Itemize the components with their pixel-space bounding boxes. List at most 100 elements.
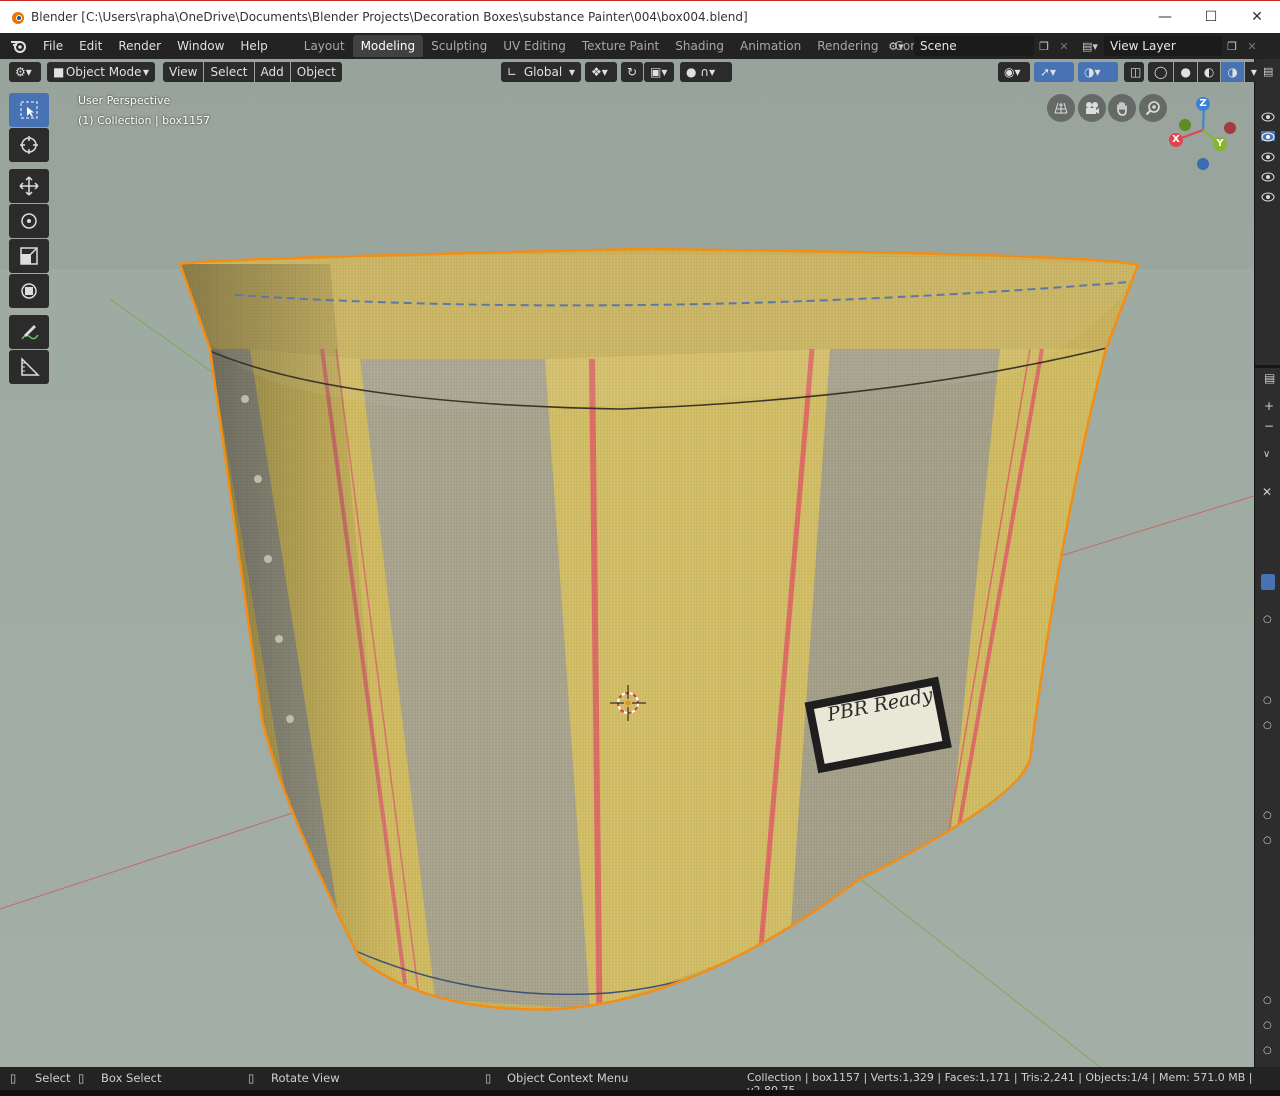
- mouse-middle-icon: ▯: [78, 1071, 85, 1085]
- tab-animation[interactable]: Animation: [732, 35, 809, 57]
- transform-orientation-dropdown[interactable]: ∟ Global ▾: [501, 62, 581, 82]
- tab-shading[interactable]: Shading: [667, 35, 732, 57]
- wireframe-shading-icon[interactable]: ◯: [1148, 62, 1174, 82]
- window-title: Blender [C:\Users\rapha\OneDrive\Documen…: [31, 9, 748, 24]
- mouse-scroll-icon: ▯: [248, 1071, 255, 1085]
- menu-edit[interactable]: Edit: [71, 35, 110, 57]
- 3d-viewport[interactable]: [0, 59, 1254, 1067]
- collection-label: (1) Collection | box1157: [78, 114, 211, 127]
- status-select: Select: [35, 1071, 71, 1085]
- gizmo-y-icon[interactable]: Y: [1213, 137, 1227, 151]
- tab-rendering[interactable]: Rendering: [809, 35, 886, 57]
- blender-logo-icon[interactable]: [9, 38, 29, 54]
- dot-icon[interactable]: ○: [1263, 995, 1272, 1006]
- close-icon[interactable]: ✕: [1234, 0, 1280, 33]
- scene-copy-icon[interactable]: ❐: [1034, 36, 1054, 56]
- menu-add[interactable]: Add: [254, 62, 290, 82]
- tool-shelf: [9, 93, 49, 385]
- proportional-edit-icon[interactable]: ● ∩▾: [680, 62, 732, 82]
- chevron-down-icon[interactable]: ∨: [1263, 449, 1270, 460]
- properties-tab-icon[interactable]: [1261, 574, 1275, 590]
- scale-tool-icon[interactable]: [9, 239, 49, 273]
- overlays-toggle-icon[interactable]: ◑▾: [1078, 62, 1118, 82]
- blender-topbar: File Edit Render Window Help Layout Mode…: [0, 33, 1280, 59]
- area-divider[interactable]: [1255, 365, 1280, 368]
- maximize-icon[interactable]: ☐: [1188, 0, 1234, 33]
- xray-toggle-icon[interactable]: ◫: [1124, 62, 1144, 82]
- visibility-eye-icon[interactable]: [1261, 171, 1275, 182]
- add-icon[interactable]: +: [1264, 399, 1274, 413]
- solid-shading-icon[interactable]: ●: [1174, 62, 1197, 82]
- outliner-editor-icon[interactable]: ▤: [1263, 65, 1273, 78]
- menu-render[interactable]: Render: [110, 35, 169, 57]
- view-layer-remove-icon[interactable]: ✕: [1242, 36, 1262, 56]
- dot-icon[interactable]: ○: [1263, 1020, 1272, 1031]
- move-tool-icon[interactable]: [9, 169, 49, 203]
- viewport-menus: View Select Add Object: [163, 62, 342, 82]
- workspace-tabs: Layout Modeling Sculpting UV Editing Tex…: [296, 35, 978, 57]
- pivot-point-icon[interactable]: ❖▾: [585, 62, 617, 82]
- transform-tool-icon[interactable]: [9, 274, 49, 308]
- tab-sculpting[interactable]: Sculpting: [423, 35, 495, 57]
- menu-select[interactable]: Select: [204, 62, 254, 82]
- menu-window[interactable]: Window: [169, 35, 232, 57]
- perspective-label: User Perspective: [78, 94, 171, 107]
- snap-toggle-icon[interactable]: ↻: [621, 62, 643, 82]
- tab-texture-paint[interactable]: Texture Paint: [574, 35, 667, 57]
- view-layer-copy-icon[interactable]: ❐: [1222, 36, 1242, 56]
- visibility-eye-icon[interactable]: [1261, 191, 1275, 202]
- dot-icon[interactable]: ○: [1263, 810, 1272, 821]
- tab-layout[interactable]: Layout: [296, 35, 353, 57]
- object-mode-icon: ■: [53, 65, 65, 79]
- mouse-left-icon: ▯: [10, 1071, 17, 1085]
- mouse-right-icon: ▯: [485, 1071, 492, 1085]
- material-preview-icon[interactable]: ◐: [1197, 62, 1221, 82]
- status-rotate-view: Rotate View: [271, 1071, 340, 1085]
- annotate-tool-icon[interactable]: [9, 315, 49, 349]
- dot-icon[interactable]: ○: [1263, 695, 1272, 706]
- snap-target-icon[interactable]: ▣▾: [644, 62, 674, 82]
- dot-icon[interactable]: ○: [1263, 1045, 1272, 1056]
- shading-options-icon[interactable]: ▾: [1244, 62, 1263, 82]
- rendered-shading-icon[interactable]: ◑: [1221, 62, 1244, 82]
- editor-type-icon[interactable]: ⚙▾: [9, 62, 41, 82]
- gizmo-toggle-icon[interactable]: ➚▾: [1034, 62, 1074, 82]
- select-box-tool-icon[interactable]: [9, 93, 49, 127]
- minimize-icon[interactable]: —: [1142, 0, 1188, 33]
- dot-icon[interactable]: ○: [1263, 614, 1272, 625]
- menu-help[interactable]: Help: [232, 35, 275, 57]
- view-layer-icon[interactable]: ▤▾: [1080, 36, 1100, 56]
- close-icon[interactable]: ✕: [1262, 485, 1272, 499]
- gizmo-z-icon[interactable]: Z: [1196, 97, 1210, 111]
- menu-object[interactable]: Object: [290, 62, 342, 82]
- remove-icon[interactable]: −: [1264, 419, 1274, 433]
- cursor-tool-icon[interactable]: [9, 128, 49, 162]
- properties-editor-icon[interactable]: ▤: [1264, 371, 1275, 385]
- rotate-tool-icon[interactable]: [9, 204, 49, 238]
- gizmo-x-icon[interactable]: X: [1169, 133, 1183, 147]
- dot-icon[interactable]: ○: [1263, 720, 1272, 731]
- mode-dropdown[interactable]: ■ Object Mode ▾: [47, 62, 155, 82]
- orientation-icon: ∟: [507, 65, 518, 79]
- measure-tool-icon[interactable]: [9, 350, 49, 384]
- status-box-select: Box Select: [101, 1071, 162, 1085]
- scene-remove-icon[interactable]: ✕: [1054, 36, 1074, 56]
- visibility-eye-icon[interactable]: [1261, 111, 1275, 122]
- visibility-eye-icon[interactable]: [1261, 151, 1275, 162]
- dot-icon[interactable]: ○: [1263, 835, 1272, 846]
- scene-name-field[interactable]: Scene: [914, 36, 1034, 56]
- status-context-menu: Object Context Menu: [507, 1071, 629, 1085]
- camera-view-icon[interactable]: [1078, 94, 1106, 122]
- shading-modes: ◯ ● ◐ ◑ ▾: [1148, 62, 1263, 82]
- tab-uv-editing[interactable]: UV Editing: [495, 35, 574, 57]
- scene-icon[interactable]: ⚙▾: [886, 36, 906, 56]
- pan-hand-icon[interactable]: [1108, 94, 1136, 122]
- visibility-eye-icon[interactable]: [1261, 131, 1275, 142]
- toggle-camera-persp-icon[interactable]: [1047, 94, 1075, 122]
- viewport-scene: [0, 247, 1254, 1067]
- view-layer-field[interactable]: View Layer: [1104, 36, 1222, 56]
- menu-file[interactable]: File: [35, 35, 71, 57]
- menu-view[interactable]: View: [163, 62, 204, 82]
- visibility-selectability-icon[interactable]: ◉▾: [998, 62, 1030, 82]
- tab-modeling[interactable]: Modeling: [352, 35, 424, 57]
